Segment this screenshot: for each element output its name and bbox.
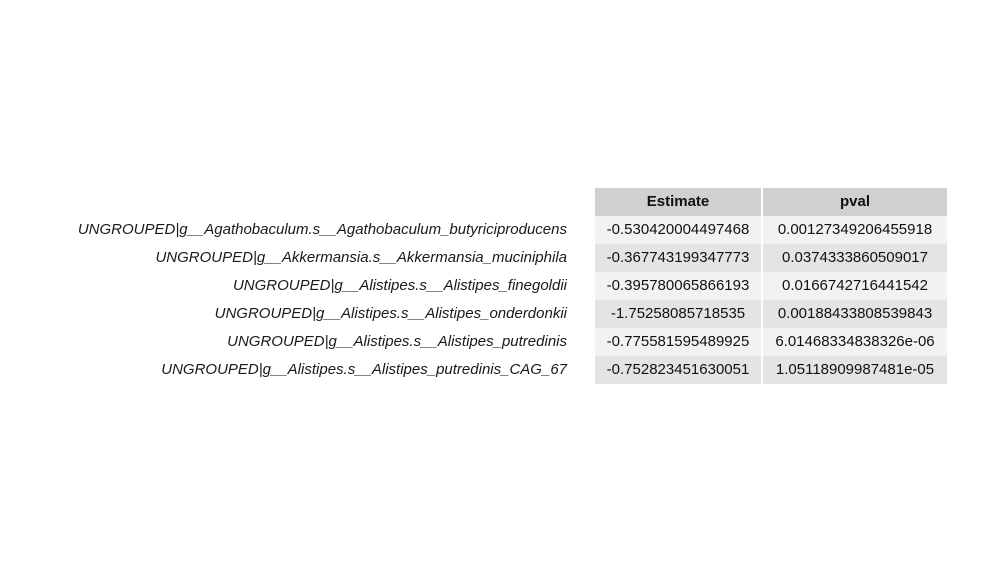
pval-cell: 0.0374333860509017 xyxy=(763,244,947,272)
estimate-cell: -0.367743199347773 xyxy=(595,244,761,272)
table-row: UNGROUPED|g__Alistipes.s__Alistipes_putr… xyxy=(0,328,1000,356)
estimate-cell: -0.530420004497468 xyxy=(595,216,761,244)
pval-column-header: pval xyxy=(763,188,947,216)
estimate-column-header: Estimate xyxy=(595,188,761,216)
pval-cell: 1.05118909987481e-05 xyxy=(763,356,947,384)
estimate-cell: -0.752823451630051 xyxy=(595,356,761,384)
table-row: UNGROUPED|g__Alistipes.s__Alistipes_fine… xyxy=(0,272,1000,300)
estimate-cell: -0.395780065866193 xyxy=(595,272,761,300)
pval-cell: 6.01468334838326e-06 xyxy=(763,328,947,356)
estimate-cell: -0.775581595489925 xyxy=(595,328,761,356)
pval-cell: 0.0166742716441542 xyxy=(763,272,947,300)
row-label: UNGROUPED|g__Alistipes.s__Alistipes_putr… xyxy=(161,361,567,378)
table-row: UNGROUPED|g__Alistipes.s__Alistipes_onde… xyxy=(0,300,1000,328)
row-label: UNGROUPED|g__Akkermansia.s__Akkermansia_… xyxy=(155,249,567,266)
table-header-row: Estimate pval xyxy=(0,188,1000,216)
pval-cell: 0.00127349206455918 xyxy=(763,216,947,244)
table-row: UNGROUPED|g__Agathobaculum.s__Agathobacu… xyxy=(0,216,1000,244)
pval-cell: 0.00188433808539843 xyxy=(763,300,947,328)
row-label: UNGROUPED|g__Agathobaculum.s__Agathobacu… xyxy=(77,221,567,238)
table-row: UNGROUPED|g__Akkermansia.s__Akkermansia_… xyxy=(0,244,1000,272)
row-label: UNGROUPED|g__Alistipes.s__Alistipes_fine… xyxy=(232,277,567,294)
results-table: Estimate pval UNGROUPED|g__Agathobaculum… xyxy=(0,188,1000,384)
estimate-cell: -1.75258085718535 xyxy=(595,300,761,328)
row-label: UNGROUPED|g__Alistipes.s__Alistipes_putr… xyxy=(227,333,567,350)
table-row: UNGROUPED|g__Alistipes.s__Alistipes_putr… xyxy=(0,356,1000,384)
row-label: UNGROUPED|g__Alistipes.s__Alistipes_onde… xyxy=(214,305,567,322)
